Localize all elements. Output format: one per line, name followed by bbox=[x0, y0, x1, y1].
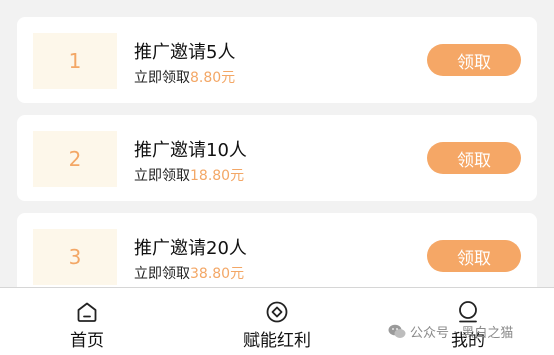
reward-title: 推广邀请10人 bbox=[134, 140, 247, 161]
reward-title: 推广邀请5人 bbox=[134, 42, 236, 63]
reward-subtitle: 立即领取18.80元 bbox=[134, 165, 244, 185]
reward-card: 2 推广邀请10人 立即领取18.80元 领取 bbox=[17, 115, 537, 201]
coin-icon bbox=[266, 301, 288, 323]
reward-amount: 8.80元 bbox=[190, 70, 236, 86]
reward-subtitle: 立即领取8.80元 bbox=[134, 67, 235, 87]
watermark: 公众号 · 黑白之猫 bbox=[388, 322, 513, 341]
tab-label: 赋能红利 bbox=[243, 331, 311, 351]
claim-prefix: 立即领取 bbox=[134, 168, 190, 184]
reward-amount: 38.80元 bbox=[190, 266, 245, 282]
rank-badge: 3 bbox=[33, 229, 117, 285]
reward-title: 推广邀请20人 bbox=[134, 238, 247, 259]
wechat-icon bbox=[388, 324, 406, 338]
claim-prefix: 立即领取 bbox=[134, 70, 190, 86]
tab-label: 首页 bbox=[70, 331, 104, 351]
reward-subtitle: 立即领取38.80元 bbox=[134, 263, 244, 283]
claim-button[interactable]: 领取 bbox=[427, 44, 521, 76]
reward-card: 1 推广邀请5人 立即领取8.80元 领取 bbox=[17, 17, 537, 103]
home-icon bbox=[77, 302, 97, 322]
bottom-tab-bar: 首页 赋能红利 我的 bbox=[0, 287, 554, 355]
reward-card: 3 推广邀请20人 立即领取38.80元 领取 bbox=[17, 213, 537, 287]
reward-amount: 18.80元 bbox=[190, 168, 245, 184]
rank-badge: 2 bbox=[33, 131, 117, 187]
tab-home[interactable]: 首页 bbox=[27, 288, 147, 355]
claim-prefix: 立即领取 bbox=[134, 266, 190, 282]
user-icon bbox=[459, 301, 477, 323]
claim-button[interactable]: 领取 bbox=[427, 240, 521, 272]
watermark-text: 公众号 · 黑白之猫 bbox=[410, 326, 514, 341]
tab-bonus[interactable]: 赋能红利 bbox=[217, 288, 337, 355]
rank-badge: 1 bbox=[33, 33, 117, 89]
reward-list: 1 推广邀请5人 立即领取8.80元 领取 2 推广邀请10人 立即领取18.8… bbox=[0, 0, 554, 287]
claim-button[interactable]: 领取 bbox=[427, 142, 521, 174]
